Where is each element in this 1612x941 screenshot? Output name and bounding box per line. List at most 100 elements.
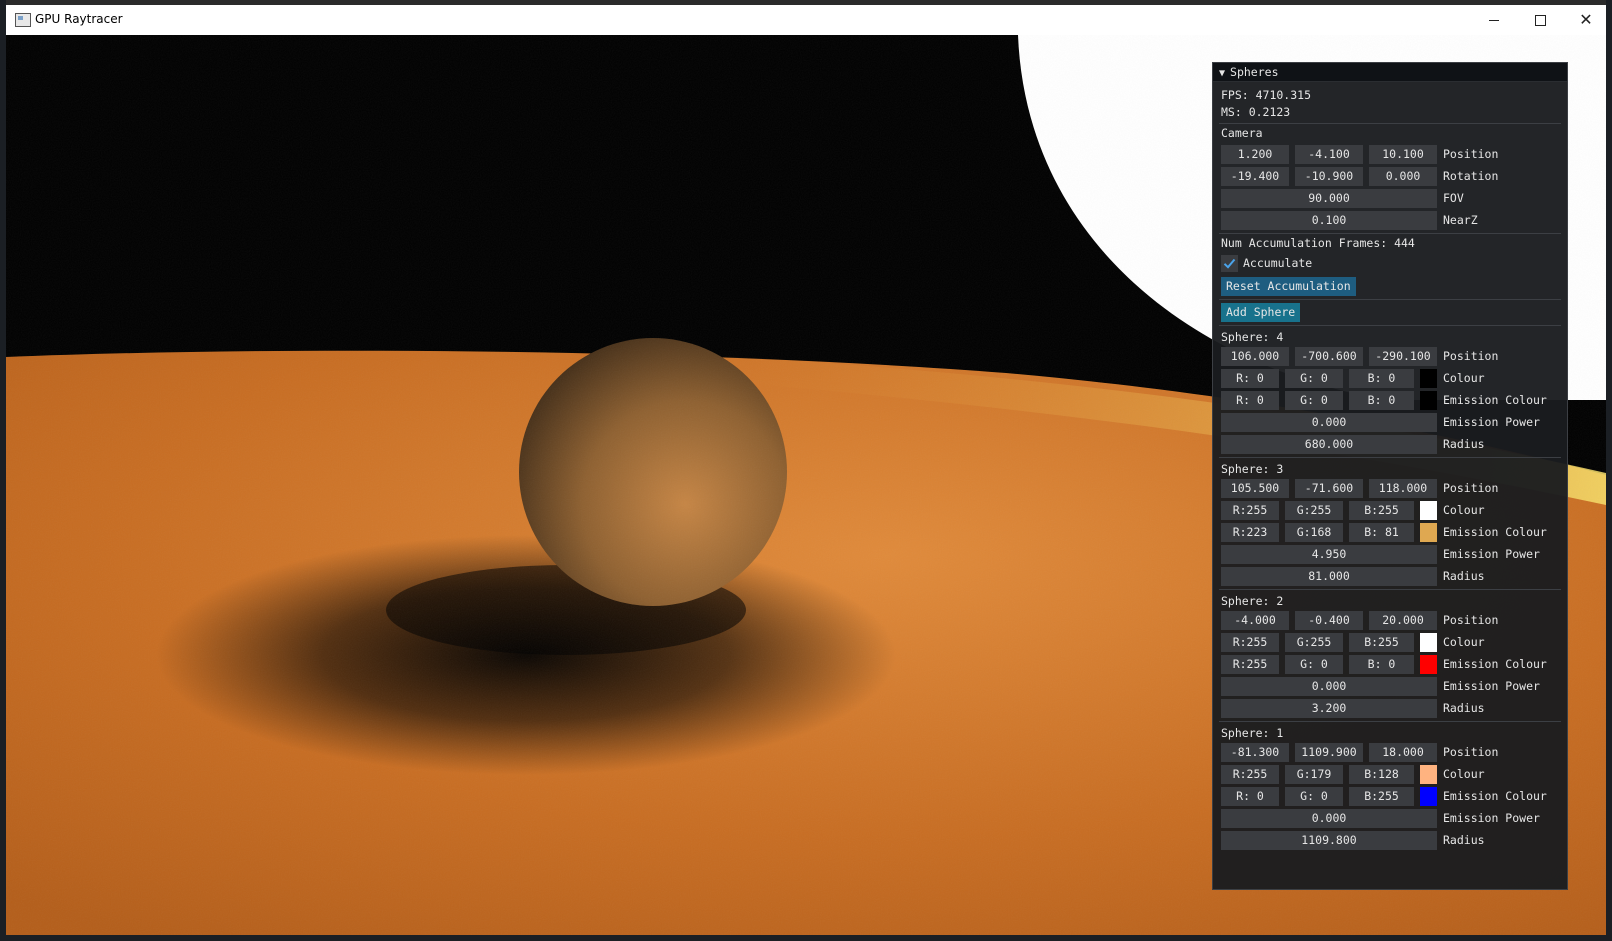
sphere-emission-colour-label: Emission Colour (1443, 393, 1547, 407)
panel-title: Spheres (1230, 65, 1279, 79)
checkmark-icon (1223, 258, 1236, 269)
sphere-colour-r[interactable]: R:255 (1221, 765, 1279, 784)
sphere-radius-label: Radius (1443, 833, 1485, 847)
sphere-colour-b[interactable]: B: 0 (1349, 369, 1414, 388)
sphere-emission-b[interactable]: B: 0 (1349, 391, 1414, 410)
sphere-colour-swatch[interactable] (1420, 765, 1437, 784)
sphere-position-y[interactable]: -71.600 (1295, 479, 1363, 498)
sphere-colour-b[interactable]: B:128 (1349, 765, 1414, 784)
window-title: GPU Raytracer (35, 12, 123, 26)
camera-fov-label: FOV (1443, 191, 1464, 205)
camera-position-z[interactable]: 10.100 (1369, 145, 1437, 164)
sphere-position-y[interactable]: -700.600 (1295, 347, 1363, 366)
sphere-emission-r[interactable]: R:255 (1221, 655, 1279, 674)
sphere-emission-g[interactable]: G:168 (1285, 523, 1343, 542)
sphere-position-z[interactable]: 20.000 (1369, 611, 1437, 630)
sphere-emission-swatch[interactable] (1420, 523, 1437, 542)
close-button[interactable]: ✕ (1563, 5, 1606, 35)
sphere-colour-r[interactable]: R: 0 (1221, 369, 1279, 388)
sphere-colour-swatch[interactable] (1420, 633, 1437, 652)
sphere-colour-label: Colour (1443, 503, 1485, 517)
sphere-colour-r[interactable]: R:255 (1221, 633, 1279, 652)
camera-position-label: Position (1443, 147, 1499, 161)
minimize-icon (1489, 20, 1499, 21)
sphere-radius-label: Radius (1443, 701, 1485, 715)
title-bar[interactable]: GPU Raytracer ✕ (6, 5, 1606, 35)
sphere-colour-r[interactable]: R:255 (1221, 501, 1279, 520)
camera-rotation-x[interactable]: -19.400 (1221, 167, 1289, 186)
maximize-icon (1534, 15, 1546, 26)
sphere-emission-power-label: Emission Power (1443, 415, 1540, 429)
sphere-emission-g[interactable]: G: 0 (1285, 655, 1343, 674)
sphere-emission-power-label: Emission Power (1443, 547, 1540, 561)
spheres-panel: ▼ Spheres FPS: 4710.315 MS: 0.2123 Camera… (1212, 62, 1568, 890)
sphere-colour-g[interactable]: G: 0 (1285, 369, 1343, 388)
add-sphere-button[interactable]: Add Sphere (1221, 303, 1301, 322)
sphere-colour-label: Colour (1443, 635, 1485, 649)
sphere-title: Sphere: 3 (1221, 462, 1284, 476)
sphere-position-z[interactable]: 118.000 (1369, 479, 1437, 498)
sphere-emission-b[interactable]: B: 0 (1349, 655, 1414, 674)
sphere-position-z[interactable]: -290.100 (1369, 347, 1437, 366)
sphere-position-z[interactable]: 18.000 (1369, 743, 1437, 762)
sphere-emission-swatch[interactable] (1420, 787, 1437, 806)
sphere-colour-g[interactable]: G:255 (1285, 633, 1343, 652)
collapse-triangle-icon[interactable]: ▼ (1219, 68, 1225, 79)
sphere-emission-swatch[interactable] (1420, 391, 1437, 410)
sphere-position-x[interactable]: 105.500 (1221, 479, 1289, 498)
sphere-emission-r[interactable]: R: 0 (1221, 787, 1279, 806)
sphere-colour-swatch[interactable] (1420, 501, 1437, 520)
camera-position-x[interactable]: 1.200 (1221, 145, 1289, 164)
sphere-colour-g[interactable]: G:179 (1285, 765, 1343, 784)
reset-accumulation-button[interactable]: Reset Accumulation (1221, 277, 1356, 296)
sphere-position-x[interactable]: -4.000 (1221, 611, 1289, 630)
sphere-emission-g[interactable]: G: 0 (1285, 787, 1343, 806)
sphere-colour-swatch[interactable] (1420, 369, 1437, 388)
camera-fov-field[interactable]: 90.000 (1221, 189, 1437, 208)
sphere-position-y[interactable]: 1109.900 (1295, 743, 1363, 762)
sphere-emission-b[interactable]: B: 81 (1349, 523, 1414, 542)
sphere-position-x[interactable]: -81.300 (1221, 743, 1289, 762)
sphere-position-label: Position (1443, 745, 1499, 759)
panel-header[interactable]: ▼ Spheres (1213, 63, 1567, 82)
close-icon: ✕ (1579, 10, 1593, 29)
camera-rotation-y[interactable]: -10.900 (1295, 167, 1363, 186)
sphere-emission-r[interactable]: R:223 (1221, 523, 1279, 542)
sphere-position-label: Position (1443, 613, 1499, 627)
divider (1219, 123, 1561, 124)
sphere-radius-field[interactable]: 3.200 (1221, 699, 1437, 718)
camera-nearz-field[interactable]: 0.100 (1221, 211, 1437, 230)
sphere-emission-power-field[interactable]: 0.000 (1221, 413, 1437, 432)
maximize-button[interactable] (1517, 5, 1563, 35)
sphere-emission-power-field[interactable]: 0.000 (1221, 809, 1437, 828)
sphere-radius-label: Radius (1443, 569, 1485, 583)
sphere-emission-swatch[interactable] (1420, 655, 1437, 674)
camera-heading: Camera (1221, 126, 1263, 140)
divider (1219, 325, 1561, 326)
sphere-emission-r[interactable]: R: 0 (1221, 391, 1279, 410)
sphere-radius-field[interactable]: 1109.800 (1221, 831, 1437, 850)
camera-rotation-z[interactable]: 0.000 (1369, 167, 1437, 186)
sphere-title: Sphere: 4 (1221, 330, 1284, 344)
camera-rotation-label: Rotation (1443, 169, 1499, 183)
sphere-emission-power-field[interactable]: 4.950 (1221, 545, 1437, 564)
app-icon (15, 13, 31, 27)
camera-position-y[interactable]: -4.100 (1295, 145, 1363, 164)
sphere-position-label: Position (1443, 481, 1499, 495)
sphere-position-y[interactable]: -0.400 (1295, 611, 1363, 630)
sphere-colour-b[interactable]: B:255 (1349, 633, 1414, 652)
sphere-colour-g[interactable]: G:255 (1285, 501, 1343, 520)
sphere-emission-b[interactable]: B:255 (1349, 787, 1414, 806)
sphere-emission-power-field[interactable]: 0.000 (1221, 677, 1437, 696)
divider (1219, 589, 1561, 590)
sphere-radius-field[interactable]: 680.000 (1221, 435, 1437, 454)
sphere-emission-colour-label: Emission Colour (1443, 657, 1547, 671)
minimize-button[interactable] (1471, 5, 1517, 35)
sphere-emission-power-label: Emission Power (1443, 811, 1540, 825)
sphere-colour-b[interactable]: B:255 (1349, 501, 1414, 520)
sphere-emission-colour-label: Emission Colour (1443, 789, 1547, 803)
accumulate-checkbox[interactable] (1221, 255, 1238, 272)
sphere-position-x[interactable]: 106.000 (1221, 347, 1289, 366)
sphere-emission-g[interactable]: G: 0 (1285, 391, 1343, 410)
sphere-radius-field[interactable]: 81.000 (1221, 567, 1437, 586)
